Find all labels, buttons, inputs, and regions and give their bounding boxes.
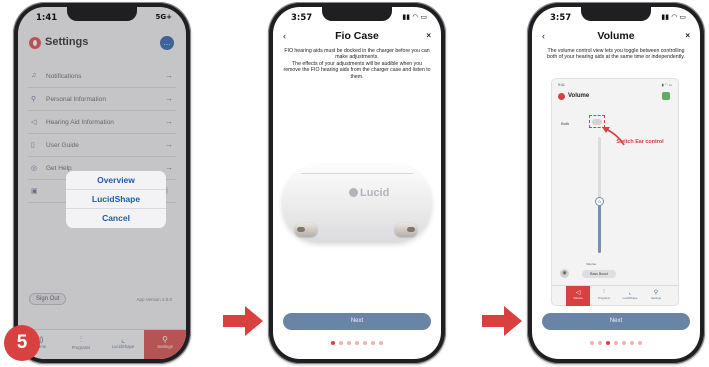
inner-tab-programs[interactable]: ⫶ Programs xyxy=(592,286,616,306)
page-dot xyxy=(379,341,383,345)
lucid-logo-icon xyxy=(349,188,358,197)
description-volume: The volume control view lets you toggle … xyxy=(547,48,685,61)
status-time: 3:57 xyxy=(550,13,572,23)
signal-wifi-battery-icon: ▮ ◠ ▭ xyxy=(661,83,672,87)
inner-tab-bar: ◁ Volume ⫶ Programs ⌞ LucidShape ⚲ Setti… xyxy=(552,285,678,306)
close-icon[interactable]: × xyxy=(426,31,431,40)
volume-slider-thumb[interactable]: 0 xyxy=(595,197,604,206)
person-icon: ⚲ xyxy=(653,290,659,296)
signal-wifi-battery-icon: ▮▮ ◠ ▭ xyxy=(402,13,427,21)
speaker-icon: ◁ xyxy=(575,290,581,296)
equalizer-icon: ⫶ xyxy=(603,289,605,295)
page-dot xyxy=(371,341,375,345)
description-effects: The effects of your adjustments will be … xyxy=(283,61,431,80)
case-brand: Lucid xyxy=(360,187,390,199)
phone-fio-case: 3:57 ▮▮ ◠ ▭ ‹ Fio Case × FIO hearing aid… xyxy=(268,2,446,364)
inner-tab-lucidshape[interactable]: ⌞ LucidShape xyxy=(618,286,642,306)
next-button[interactable]: Next xyxy=(283,313,431,330)
page-dot xyxy=(347,341,351,345)
description-docking: FIO hearing aids must be docked in the c… xyxy=(284,48,430,61)
phone-notch xyxy=(581,7,651,21)
inner-tab-volume[interactable]: ◁ Volume xyxy=(566,286,590,306)
tab-label: Programs xyxy=(597,296,611,300)
page-title: Volume xyxy=(597,30,635,42)
page-dot xyxy=(614,341,618,345)
case-logo: Lucid xyxy=(349,187,389,199)
page-dot xyxy=(590,341,594,345)
page-indicator xyxy=(273,341,441,345)
page-dot xyxy=(630,341,634,345)
footer-label: Volume xyxy=(586,262,597,266)
phone-screen: 3:57 ▮▮ ◠ ▭ ‹ Fio Case × FIO hearing aid… xyxy=(273,7,441,359)
action-sheet: Overview LucidShape Cancel xyxy=(66,171,166,228)
page-dot xyxy=(622,341,626,345)
chart-icon: ⌞ xyxy=(628,290,632,296)
arrow-right-icon xyxy=(482,306,522,336)
page-dot xyxy=(598,341,602,345)
page-dot xyxy=(331,341,335,345)
phone-settings: 1:41 5G+ Settings … ♫ Notifications → ⚲ … xyxy=(13,2,191,364)
tab-label: LucidShape xyxy=(622,296,638,300)
inner-tab-settings[interactable]: ⚲ Settings xyxy=(644,286,668,306)
close-icon[interactable]: × xyxy=(685,31,690,40)
action-overview[interactable]: Overview xyxy=(66,171,166,190)
action-cancel[interactable]: Cancel xyxy=(66,209,166,228)
phone-volume: 3:57 ▮▮ ◠ ▭ ‹ Volume × The volume contro… xyxy=(527,2,705,364)
status-time: 1:41 xyxy=(36,13,58,23)
status-time: 3:57 xyxy=(291,13,313,23)
arrow-right-icon xyxy=(223,306,263,336)
tutorial-stage: 1:41 5G+ Settings … ♫ Notifications → ⚲ … xyxy=(0,0,709,367)
page-dot xyxy=(339,341,343,345)
action-lucidshape[interactable]: LucidShape xyxy=(66,190,166,209)
page-dot xyxy=(363,341,367,345)
switch-ear-callout: Switch Ear control xyxy=(616,139,664,145)
page-dot xyxy=(606,341,610,345)
phone-notch xyxy=(67,7,137,21)
page-title: Fio Case xyxy=(335,30,379,42)
page-indicator xyxy=(532,341,700,345)
tab-label: Settings xyxy=(650,296,662,300)
page-dot xyxy=(355,341,359,345)
hearing-aid-left-image xyxy=(295,223,317,236)
next-button[interactable]: Next xyxy=(542,313,690,330)
volume-slider-fill xyxy=(598,201,601,253)
program-icon xyxy=(662,92,670,100)
phone-screen: 3:57 ▮▮ ◠ ▭ ‹ Volume × The volume contro… xyxy=(532,7,700,359)
ear-icon: ◉ xyxy=(560,269,569,278)
signal-wifi-battery-icon: ▮▮ ◠ ▭ xyxy=(661,13,686,21)
step-number-badge: 5 xyxy=(4,325,40,361)
bass-boost-button[interactable]: Bass Boost xyxy=(582,270,616,278)
lucid-logo-icon xyxy=(558,93,565,100)
phone-screen: 1:41 5G+ Settings … ♫ Notifications → ⚲ … xyxy=(18,7,186,359)
hearing-aid-right-image xyxy=(395,223,417,236)
phone-notch xyxy=(322,7,392,21)
both-label: Both xyxy=(561,121,570,126)
signal-icon: 5G+ xyxy=(155,13,172,21)
case-lid-seam xyxy=(301,173,413,174)
page-dot xyxy=(638,341,642,345)
inner-status-time: 9:41 xyxy=(558,83,565,87)
inner-title: Volume xyxy=(568,93,590,99)
tab-label: Volume xyxy=(573,296,583,300)
volume-screenshot: 9:41 ▮ ◠ ▭ Volume Both Switch Ear contro… xyxy=(552,79,678,306)
